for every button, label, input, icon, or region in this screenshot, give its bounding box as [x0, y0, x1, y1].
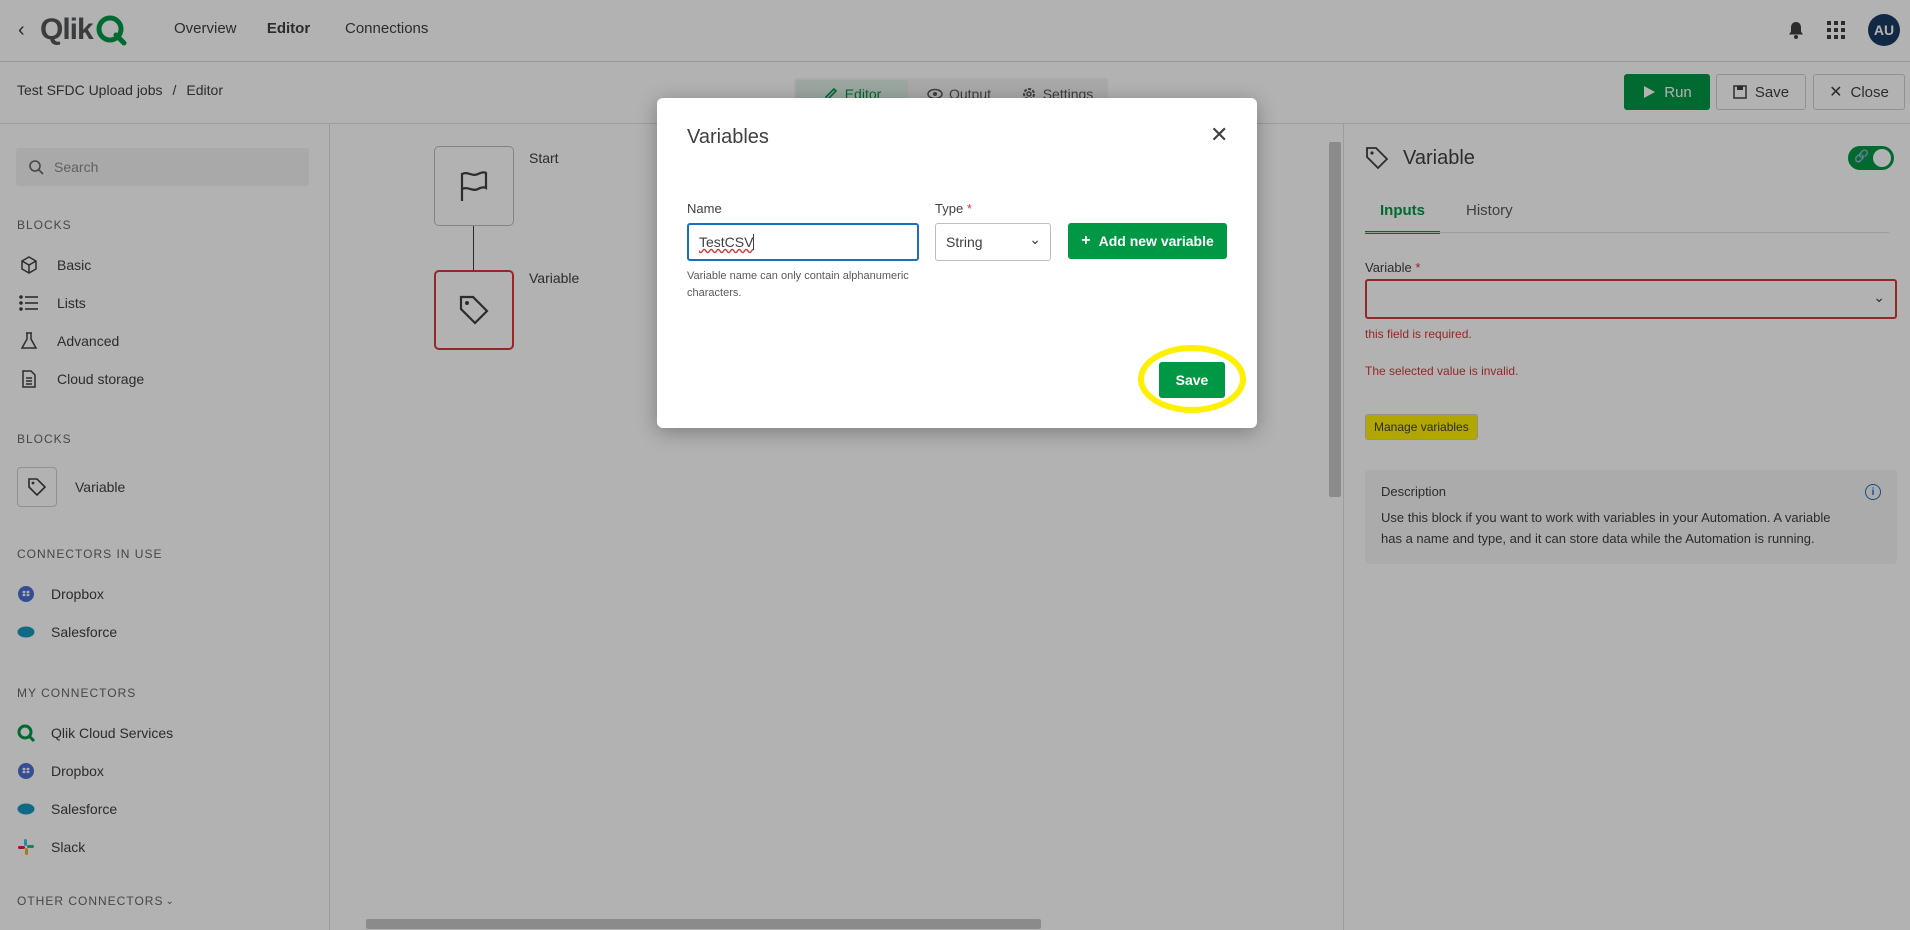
type-field-label: Type *	[935, 201, 972, 216]
name-input-value: TestCSV	[699, 234, 754, 250]
name-input[interactable]: TestCSV	[687, 223, 919, 261]
dialog-save-label: Save	[1175, 372, 1209, 388]
chevron-down-icon: ⌄	[1029, 231, 1041, 247]
add-new-variable-button[interactable]: + Add new variable	[1068, 223, 1227, 259]
plus-icon: +	[1081, 232, 1091, 249]
type-select-value: String	[946, 234, 983, 250]
variables-dialog: Variables ✕ Name TestCSV Variable name c…	[657, 98, 1257, 428]
name-field-label: Name	[687, 201, 722, 216]
dialog-save-button[interactable]: Save	[1159, 362, 1225, 398]
name-hint: Variable name can only contain alphanume…	[687, 270, 909, 299]
add-new-variable-label: Add new variable	[1098, 233, 1214, 249]
close-icon[interactable]: ✕	[1210, 122, 1228, 148]
dialog-title: Variables	[687, 126, 769, 148]
type-select[interactable]: String ⌄	[935, 223, 1051, 261]
